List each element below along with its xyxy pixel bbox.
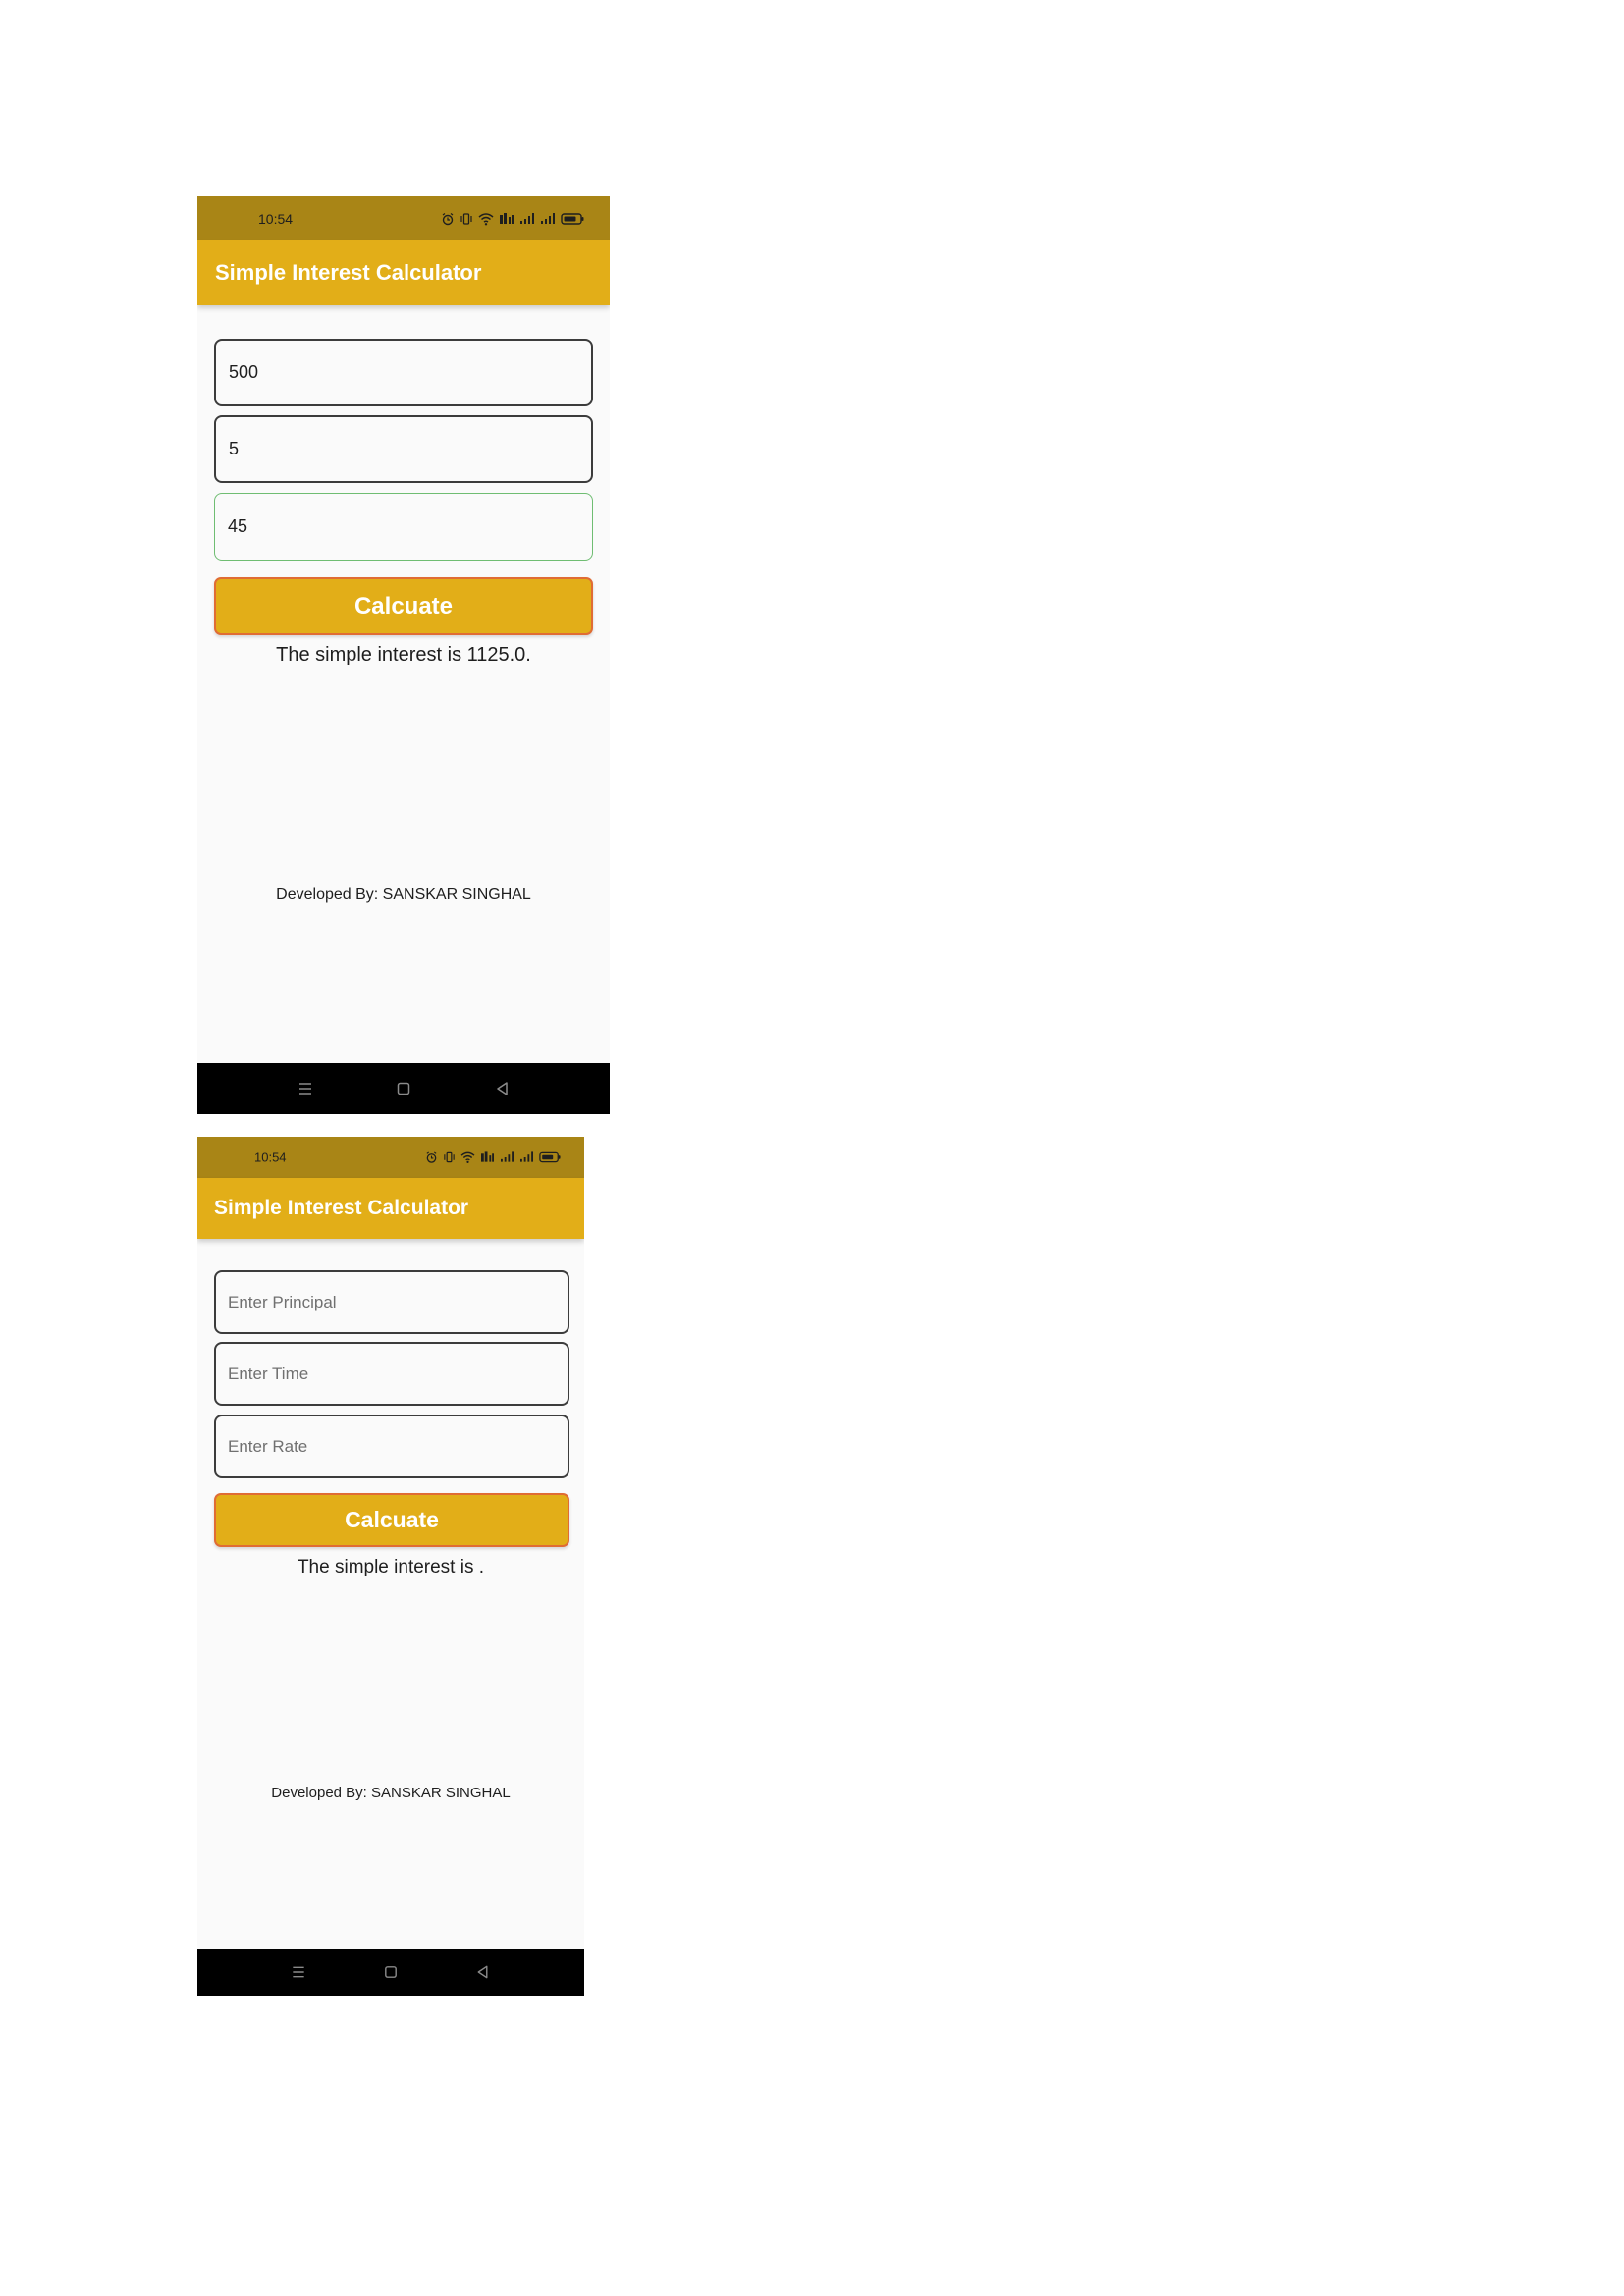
app-title: Simple Interest Calculator (214, 1197, 469, 1219)
time-value: 5 (229, 439, 240, 458)
battery-icon (539, 1151, 561, 1163)
data-icon (500, 212, 514, 224)
signal-icon (520, 212, 534, 224)
menu-icon[interactable] (291, 1964, 307, 1981)
result-text: The simple interest is . (297, 1557, 485, 1577)
menu-icon[interactable] (297, 1080, 314, 1097)
developer-credit: Developed By: SANSKAR SINGHAL (271, 1785, 511, 1801)
app-title: Simple Interest Calculator (215, 260, 482, 285)
principal-input[interactable]: 500 (214, 339, 593, 406)
home-icon[interactable] (395, 1080, 412, 1097)
status-bar: 10:54 (197, 1137, 584, 1178)
calculate-button[interactable]: Calcuate (214, 1493, 569, 1547)
wifi-icon (460, 1151, 475, 1164)
back-icon[interactable] (494, 1080, 512, 1097)
time-input[interactable]: Enter Time (214, 1342, 569, 1406)
phone-screen-empty: 10:54 Simple Interest Calculator Enter P… (197, 1137, 584, 1996)
calculate-button[interactable]: Calcuate (214, 577, 593, 635)
alarm-icon (426, 1151, 437, 1163)
time-input[interactable]: 5 (214, 415, 593, 483)
status-icons (425, 1151, 561, 1164)
signal-icon (541, 212, 555, 224)
signal-icon (520, 1151, 533, 1162)
result-text: The simple interest is 1125.0. (276, 644, 531, 666)
status-bar: 10:54 (197, 196, 610, 240)
time-placeholder: Enter Time (228, 1363, 309, 1383)
calculate-button-label: Calcuate (353, 592, 454, 619)
navigation-bar (197, 1063, 610, 1114)
vibrate-icon (444, 1151, 455, 1163)
signal-icon (501, 1151, 514, 1162)
principal-input[interactable]: Enter Principal (214, 1270, 569, 1334)
alarm-icon (442, 212, 454, 225)
calculate-button-label: Calcuate (345, 1507, 439, 1532)
vibrate-icon (460, 212, 472, 225)
status-time: 10:54 (254, 1149, 287, 1165)
rate-input[interactable]: 45 (214, 493, 593, 561)
rate-placeholder: Enter Rate (228, 1436, 308, 1456)
home-icon[interactable] (383, 1964, 400, 1981)
rate-input[interactable]: Enter Rate (214, 1415, 569, 1478)
status-time: 10:54 (258, 210, 294, 227)
rate-value: 45 (228, 516, 248, 536)
status-icons (441, 212, 584, 226)
data-icon (481, 1151, 494, 1162)
principal-placeholder: Enter Principal (228, 1292, 337, 1311)
app-bar: Simple Interest Calculator (197, 1178, 584, 1239)
principal-value: 500 (229, 362, 259, 382)
battery-icon (561, 212, 584, 225)
wifi-icon (478, 212, 494, 225)
navigation-bar (197, 1949, 584, 1996)
phone-screen-filled: 10:54 Simple Interest Calculator 500 5 4… (197, 196, 610, 1114)
developer-credit: Developed By: SANSKAR SINGHAL (276, 886, 531, 903)
back-icon[interactable] (475, 1964, 492, 1981)
app-bar: Simple Interest Calculator (197, 240, 610, 305)
